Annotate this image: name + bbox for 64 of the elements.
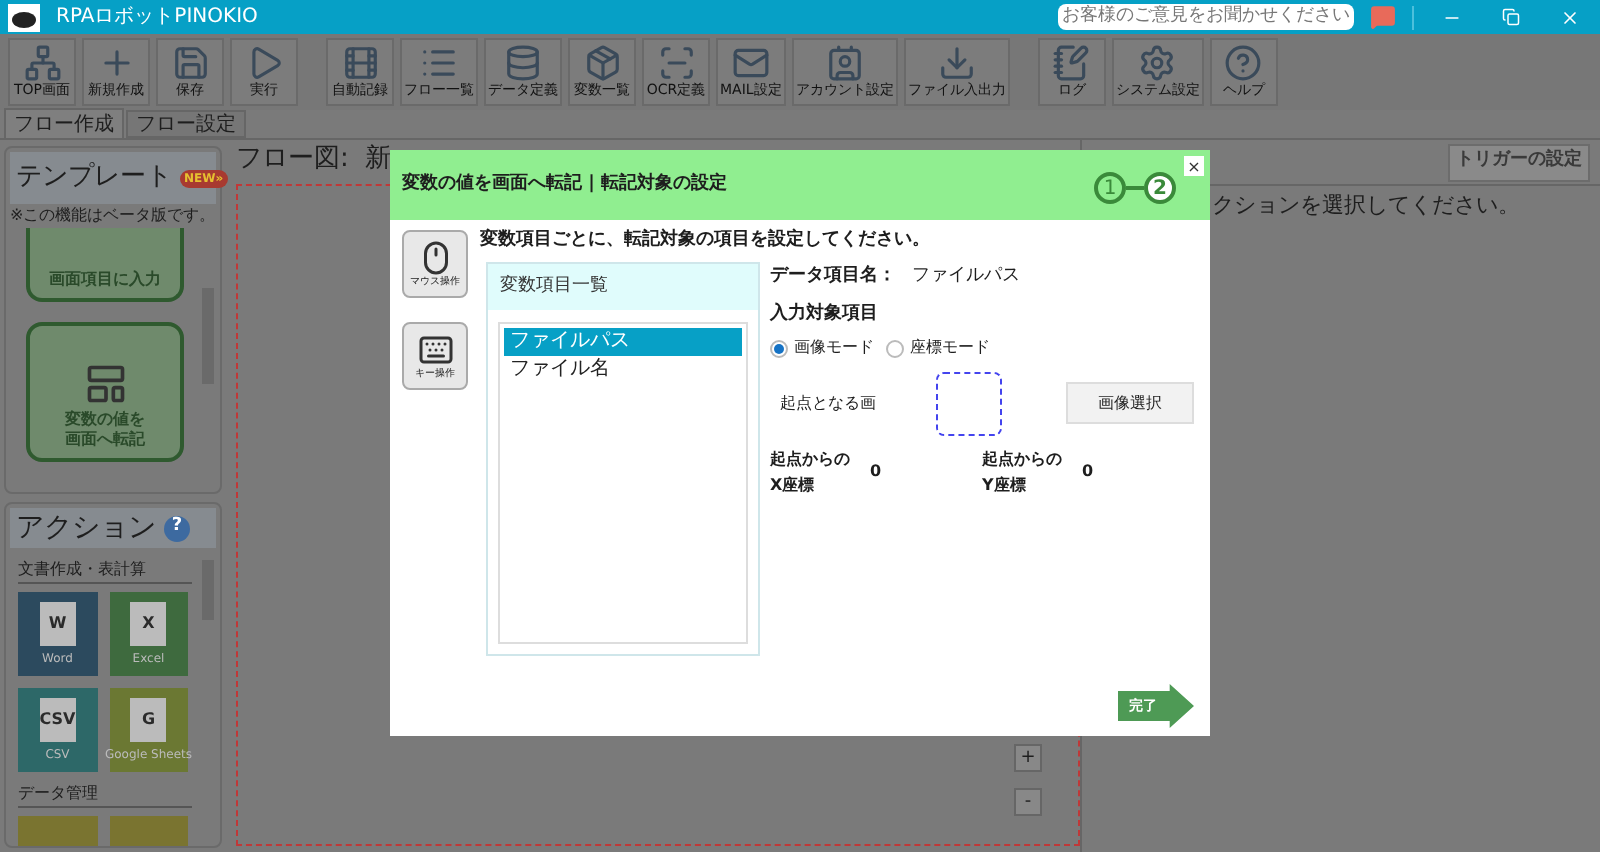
file-icon: G (130, 697, 167, 741)
radio-button[interactable] (770, 339, 788, 357)
close-icon[interactable] (1560, 7, 1580, 27)
step-indicator: 2 (1144, 172, 1176, 204)
template-card[interactable]: 画面項目に入力 (26, 228, 184, 302)
list-item[interactable]: ファイルパス (504, 328, 742, 356)
card-label: 変数の値を (65, 410, 145, 430)
file-icon: X (130, 601, 167, 645)
image-drop-area[interactable] (936, 371, 1002, 435)
radio-option[interactable]: 画像モード (770, 336, 874, 360)
window-title: RPAロボットPINOKIO (56, 4, 258, 32)
instruction-text: 変数項目ごとに、転記対象の項目を設定してください。 (480, 228, 932, 252)
field-label: データ項目名： (770, 264, 896, 291)
panel-title: アクション (16, 509, 156, 547)
close-button[interactable]: × (1184, 156, 1204, 176)
scanner-icon (657, 44, 695, 82)
contact-card-icon (825, 44, 864, 82)
list-item[interactable]: ファイル名 (504, 356, 742, 384)
tab[interactable]: フロー作成 (4, 108, 124, 138)
keyboard-icon (417, 331, 453, 367)
beta-note: ※この機能はベータ版です。 (10, 204, 216, 228)
box-icon (583, 44, 621, 82)
zoom-out-button[interactable]: - (1014, 788, 1042, 816)
film-icon (341, 44, 379, 82)
download-icon (937, 44, 976, 82)
field-value: 0 (870, 460, 882, 484)
zoom-in-button[interactable]: + (1014, 744, 1042, 772)
field-label: 起点からの Y座標 (982, 448, 1062, 498)
radio-option[interactable]: 座標モード (886, 336, 990, 360)
field-value: 0 (1082, 460, 1094, 484)
help-icon (1224, 44, 1263, 82)
hint-text: クションを選択してください。 (1212, 190, 1520, 222)
notebook-icon (1052, 44, 1091, 82)
help-badge[interactable]: ? (164, 515, 190, 541)
field-label: 起点となる画 (778, 391, 878, 415)
chat-icon[interactable] (1370, 4, 1396, 30)
field-value: ファイルパス (912, 264, 1020, 291)
file-icon: CSV (39, 697, 76, 741)
feedback-bubble[interactable]: お客様のご意見をお聞かせください (1058, 4, 1354, 30)
file-icon: W (39, 601, 76, 645)
flow-title: フロー図: 新 (236, 142, 392, 178)
tab[interactable]: フロー設定 (126, 110, 246, 138)
database-icon (504, 44, 542, 82)
template-card[interactable]: 変数の値を 画面へ転記 (26, 322, 184, 462)
list-title: 変数項目一覧 (500, 273, 608, 300)
image-select-button[interactable]: 画像選択 (1066, 382, 1194, 424)
field-label: 起点からの X座標 (770, 448, 850, 498)
panel-title: テンプレート (16, 160, 172, 197)
trigger-settings-button[interactable]: トリガーの設定 (1448, 143, 1590, 181)
radio-button[interactable] (886, 339, 904, 357)
step-indicator: 1 (1094, 172, 1126, 204)
section-label: 入力対象項目 (770, 300, 880, 328)
card-label: 画面項目に入力 (49, 270, 161, 290)
category-label: 文書作成・表計算 (18, 558, 192, 584)
logo-icon (8, 3, 40, 31)
settings-icon (1138, 44, 1177, 82)
template-icon (83, 362, 127, 406)
dialog-title: 変数の値を画面へ転記 | 転記対象の設定 (402, 171, 730, 198)
list-icon (420, 44, 458, 82)
mail-icon (731, 44, 770, 82)
restore-icon[interactable] (1502, 8, 1520, 26)
network-icon (23, 44, 61, 82)
card-label: 画面へ転記 (65, 430, 145, 450)
category-label: データ管理 (18, 782, 192, 808)
